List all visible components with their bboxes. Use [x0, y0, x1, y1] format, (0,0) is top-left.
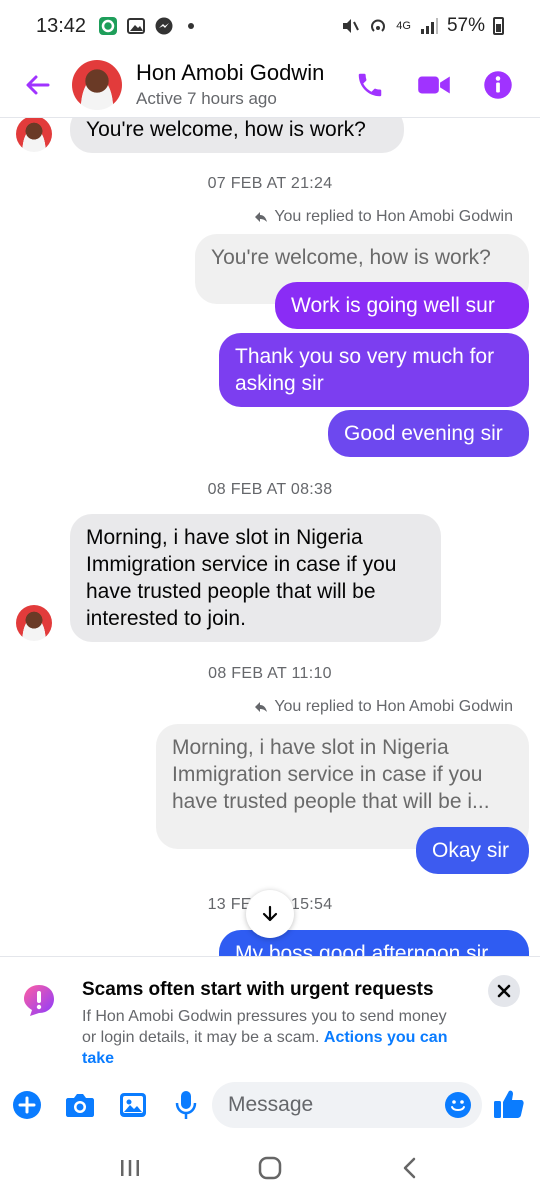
- home-icon: [258, 1156, 282, 1180]
- arrow-down-icon: [262, 905, 278, 922]
- sender-avatar: [16, 118, 52, 152]
- reply-icon: [255, 212, 268, 222]
- scam-warning-banner: Scams often start with urgent requests I…: [0, 956, 540, 1074]
- incoming-message[interactable]: You're welcome, how is work?: [70, 118, 404, 153]
- more-notifications-dot: [188, 23, 195, 29]
- scroll-to-bottom-button[interactable]: [246, 890, 294, 938]
- phone-icon: [358, 73, 382, 96]
- home-button[interactable]: [250, 1148, 290, 1188]
- contact-avatar[interactable]: [72, 59, 122, 110]
- contact-name: Hon Amobi Godwin: [136, 60, 325, 85]
- outgoing-message[interactable]: Good evening sir: [328, 410, 529, 457]
- app-notification-icon: [98, 16, 118, 36]
- message-composer: [0, 1074, 540, 1136]
- sender-avatar: [16, 605, 52, 641]
- info-icon: [484, 70, 512, 99]
- back-arrow-icon: [26, 75, 50, 94]
- close-icon: [497, 984, 511, 998]
- warning-title: Scams often start with urgent requests: [82, 979, 434, 1000]
- thumbs-up-icon: [494, 1090, 524, 1118]
- camera-button[interactable]: [65, 1090, 95, 1120]
- video-call-button[interactable]: [414, 65, 454, 105]
- reply-indicator: You replied to Hon Amobi Godwin: [254, 208, 513, 226]
- gallery-notification-icon: [126, 16, 146, 36]
- more-actions-button[interactable]: [12, 1090, 42, 1120]
- recent-apps-button[interactable]: [110, 1148, 150, 1188]
- microphone-icon: [175, 1091, 197, 1119]
- reply-icon: [255, 702, 268, 712]
- status-time: 13:42: [36, 14, 87, 37]
- mute-icon: [340, 16, 360, 36]
- date-separator: 08 FEB AT 11:10: [208, 665, 332, 682]
- date-separator: 08 FEB AT 08:38: [207, 481, 333, 498]
- like-button[interactable]: [492, 1087, 526, 1121]
- back-nav-button[interactable]: [390, 1148, 430, 1188]
- close-warning-button[interactable]: [488, 975, 520, 1007]
- battery-percent: 57%: [446, 15, 485, 36]
- contact-info[interactable]: Hon Amobi Godwin Active 7 hours ago: [136, 60, 324, 109]
- outgoing-message[interactable]: Work is going well sur: [275, 282, 529, 329]
- warning-shield-icon: [24, 985, 54, 1016]
- reply-indicator-text: You replied to Hon Amobi Godwin: [274, 698, 513, 715]
- system-navigation-bar: [0, 1136, 540, 1200]
- conversation-header: Hon Amobi Godwin Active 7 hours ago: [0, 52, 540, 118]
- status-bar: 13:42 4G 57%: [0, 0, 540, 52]
- contact-active-status: Active 7 hours ago: [136, 89, 277, 108]
- voice-call-button[interactable]: [350, 65, 390, 105]
- date-separator: 07 FEB AT 21:24: [207, 175, 333, 192]
- recent-apps-icon: [121, 1160, 139, 1176]
- image-icon: [120, 1093, 146, 1117]
- message-input[interactable]: [212, 1082, 482, 1128]
- plus-icon: [13, 1091, 41, 1119]
- battery-icon: [493, 17, 504, 35]
- smiley-icon: [445, 1092, 471, 1118]
- camera-icon: [66, 1094, 94, 1117]
- gallery-button[interactable]: [118, 1090, 148, 1120]
- outgoing-message[interactable]: Okay sir: [416, 827, 529, 874]
- video-camera-icon: [418, 76, 450, 93]
- warning-body: If Hon Amobi Godwin pressures you to sen…: [82, 1006, 462, 1069]
- chevron-left-icon: [403, 1157, 416, 1179]
- emoji-button[interactable]: [444, 1091, 472, 1119]
- network-type: 4G: [396, 20, 411, 32]
- hotspot-icon: [368, 16, 388, 36]
- outgoing-message[interactable]: Thank you so very much for asking sir: [219, 333, 529, 407]
- reply-indicator-text: You replied to Hon Amobi Godwin: [274, 208, 513, 225]
- message-list[interactable]: You're welcome, how is work? 07 FEB AT 2…: [0, 118, 540, 956]
- back-button[interactable]: [10, 57, 66, 113]
- reply-indicator: You replied to Hon Amobi Godwin: [254, 698, 513, 716]
- incoming-message[interactable]: Morning, i have slot in Nigeria Immigrat…: [70, 514, 441, 642]
- conversation-info-button[interactable]: [478, 65, 518, 105]
- voice-message-button[interactable]: [171, 1090, 201, 1120]
- signal-icon: [419, 16, 439, 36]
- messenger-notification-icon: [154, 16, 174, 36]
